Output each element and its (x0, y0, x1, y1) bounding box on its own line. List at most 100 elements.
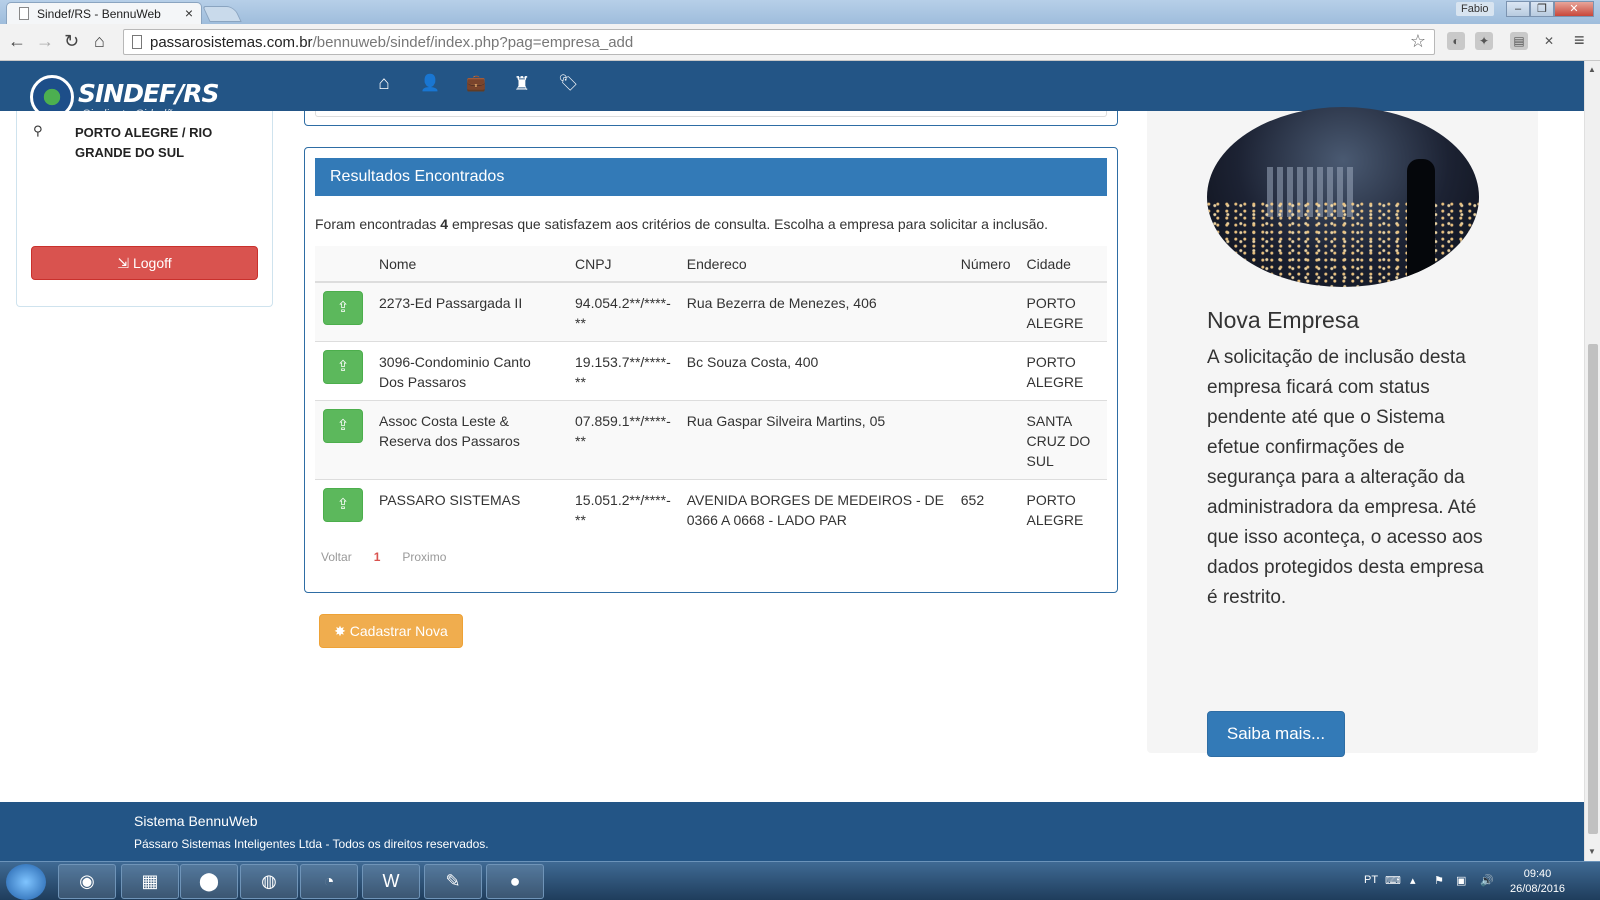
scroll-down-icon[interactable]: ▼ (1588, 847, 1596, 856)
cell-cnpj: 19.153.7**/****-** (567, 341, 679, 401)
search-panel-inner (315, 111, 1107, 117)
keyboard-icon[interactable]: ⌨ (1385, 874, 1401, 887)
scrollbar-thumb[interactable] (1588, 344, 1598, 834)
volume-icon[interactable]: 🔊 (1480, 874, 1494, 887)
column-header-nome: Nome (371, 246, 567, 283)
select-company-button[interactable]: ⇪ (323, 350, 363, 384)
tags-icon[interactable]: 🏷 (558, 73, 578, 96)
network-icon[interactable]: ▣ (1456, 874, 1466, 887)
new-tab-button[interactable] (202, 6, 242, 22)
column-header-numero: Número (952, 246, 1019, 283)
cell-cnpj: 94.054.2**/****-** (567, 281, 679, 342)
logo-text: SINDEF/RS (78, 79, 220, 108)
reload-icon[interactable]: ↻ (64, 31, 79, 52)
cell-cidade: PORTO ALEGRE (1018, 479, 1107, 538)
cell-nome: PASSARO SISTEMAS (371, 479, 567, 538)
results-info-prefix: Foram encontradas (315, 216, 437, 232)
table-row: ⇪ Assoc Costa Leste & Reserva dos Passar… (315, 400, 1107, 480)
scroll-up-icon[interactable]: ▲ (1588, 65, 1596, 74)
saiba-mais-button[interactable]: Saiba mais... (1207, 711, 1345, 757)
url-host: passarosistemas.com.br (150, 34, 313, 51)
user-panel: ⚲ PORTO ALEGRE / RIO GRANDE DO SUL ⇲ Log… (16, 111, 273, 307)
page-viewport: SINDEF/RS Sindicato Cidadão ⌂ 👤 💼 ♜ 🏷 ⚲ … (0, 61, 1584, 861)
top-navbar: SINDEF/RS Sindicato Cidadão ⌂ 👤 💼 ♜ 🏷 (0, 61, 1584, 121)
flag-icon[interactable]: ⚑ (1434, 874, 1444, 887)
language-indicator[interactable]: PT (1364, 874, 1378, 886)
select-company-button[interactable]: ⇪ (323, 291, 363, 325)
app-taskbar-icon[interactable]: ● (486, 864, 544, 899)
cell-endereco: Rua Gaspar Silveira Martins, 05 (678, 400, 953, 480)
logoff-label: Logoff (132, 255, 172, 271)
minimize-button[interactable]: – (1506, 1, 1530, 17)
maximize-button[interactable]: ❐ (1530, 1, 1554, 17)
logoff-button[interactable]: ⇲ Logoff (31, 246, 258, 280)
bookmark-star-icon[interactable]: ☆ (1410, 31, 1426, 52)
app-taskbar-icon[interactable]: ◔ (300, 864, 358, 899)
system-clock[interactable]: 09:40 26/08/2016 (1510, 867, 1565, 897)
results-count: 4 (440, 216, 449, 232)
city-night-image (1207, 107, 1479, 287)
cadastrar-label: Cadastrar Nova (349, 623, 448, 639)
chrome-taskbar-icon[interactable]: ◉ (58, 864, 116, 899)
start-button[interactable] (6, 864, 46, 900)
back-icon[interactable]: ← (8, 31, 26, 52)
cell-numero: 652 (952, 479, 1019, 538)
cell-cidade: PORTO ALEGRE (1018, 341, 1107, 401)
extension-icon[interactable]: ✦ (1475, 32, 1493, 50)
cell-endereco: Bc Souza Costa, 400 (678, 341, 953, 401)
select-company-button[interactable]: ⇪ (323, 409, 363, 443)
well-text: A solicitação de inclusão desta empresa … (1207, 347, 1484, 608)
logout-icon: ⇲ (117, 255, 133, 271)
results-table: Nome CNPJ Endereco Número Cidade ⇪ 2273-… (315, 246, 1107, 538)
user-icon[interactable]: 👤 (420, 73, 440, 96)
table-row: ⇪ PASSARO SISTEMAS 15.051.2**/****-** AV… (315, 479, 1107, 538)
well-title: Nova Empresa (1207, 307, 1360, 333)
extension-icon[interactable]: ✕ (1540, 32, 1558, 50)
menu-icon[interactable]: ≡ (1574, 30, 1585, 51)
home-icon[interactable]: ⌂ (374, 73, 394, 96)
word-taskbar-icon[interactable]: W (362, 864, 420, 899)
city-lights-shape (1207, 202, 1479, 287)
extension-icon[interactable]: ▤ (1510, 32, 1528, 50)
app-taskbar-icon[interactable]: ⬤ (180, 864, 238, 899)
pagination: Voltar 1 Proximo (321, 550, 446, 564)
forward-icon[interactable]: → (36, 31, 54, 52)
app-taskbar-icon[interactable]: ◍ (240, 864, 298, 899)
page-footer: Sistema BennuWeb Pássaro Sistemas Inteli… (0, 802, 1584, 861)
results-info: Foram encontradas 4 empresas que satisfa… (315, 216, 1048, 232)
page-scrollbar[interactable]: ▲ ▼ (1584, 61, 1600, 861)
footer-system-name: Sistema BennuWeb (134, 813, 258, 829)
clock-time: 09:40 (1523, 868, 1552, 880)
address-bar[interactable]: passarosistemas.com.br/bennuweb/sindef/i… (123, 29, 1435, 55)
tab-close-icon[interactable]: × (185, 5, 193, 21)
cell-numero (952, 281, 1019, 342)
pager-next[interactable]: Proximo (402, 550, 446, 564)
home-button-icon[interactable]: ⌂ (94, 31, 105, 52)
close-window-button[interactable]: ✕ (1554, 1, 1594, 17)
browser-tab[interactable]: Sindef/RS - BennuWeb × (6, 2, 202, 24)
cell-numero (952, 341, 1019, 401)
man-silhouette (1407, 159, 1435, 287)
tab-title: Sindef/RS - BennuWeb (37, 7, 161, 21)
pager-prev[interactable]: Voltar (321, 550, 352, 564)
extension-icon[interactable]: ◐ (1447, 32, 1465, 50)
explorer-taskbar-icon[interactable]: ▦ (121, 864, 179, 899)
pager-current-page[interactable]: 1 (374, 550, 381, 564)
url-path: /bennuweb/sindef/index.php?pag=empresa_a… (312, 34, 634, 51)
window-titlebar: Sindef/RS - BennuWeb × Fabio – ❐ ✕ (0, 0, 1600, 24)
cell-nome: 3096-Condominio Canto Dos Passaros (371, 341, 567, 401)
paint-taskbar-icon[interactable]: ✎ (424, 864, 482, 899)
results-panel: Resultados Encontrados Foram encontradas… (304, 147, 1118, 593)
tray-arrow-icon[interactable]: ▴ (1410, 874, 1416, 887)
table-header-row: Nome CNPJ Endereco Número Cidade (315, 246, 1107, 283)
map-pin-icon: ⚲ (33, 123, 43, 138)
tower-icon[interactable]: ♜ (512, 73, 532, 96)
select-company-button[interactable]: ⇪ (323, 488, 363, 522)
user-location: PORTO ALEGRE / RIO GRANDE DO SUL (75, 125, 213, 160)
column-header-cnpj: CNPJ (567, 246, 679, 283)
cell-cidade: SANTA CRUZ DO SUL (1018, 400, 1107, 480)
search-panel (304, 111, 1118, 126)
briefcase-icon[interactable]: 💼 (466, 73, 486, 96)
cadastrar-nova-button[interactable]: ✸ Cadastrar Nova (319, 614, 463, 648)
page-icon (19, 7, 29, 20)
